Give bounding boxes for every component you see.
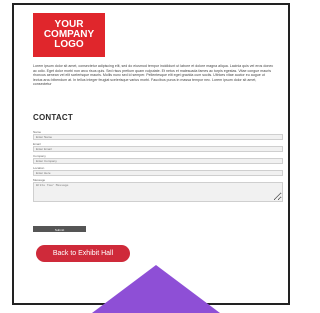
message-field-group: Message <box>33 178 283 202</box>
up-arrow-icon <box>92 265 220 313</box>
company-field-group: Company <box>33 154 283 164</box>
submit-button[interactable]: Submit <box>33 226 86 232</box>
logo-line-3: LOGO <box>54 39 84 50</box>
email-field-group: Email <box>33 142 283 152</box>
name-field-group: Name <box>33 130 283 140</box>
email-field[interactable] <box>33 146 283 152</box>
name-field[interactable] <box>33 134 283 140</box>
back-to-exhibit-hall-button[interactable]: Back to Exhibit Hall <box>36 245 130 262</box>
company-logo: YOUR COMPANY LOGO <box>33 13 105 57</box>
company-field[interactable] <box>33 158 283 164</box>
intro-paragraph: Lorem ipsum dolor sit amet, consectetur … <box>33 64 274 87</box>
location-field[interactable] <box>33 170 283 176</box>
message-field[interactable] <box>33 182 283 202</box>
contact-heading: CONTACT <box>33 113 73 122</box>
location-field-group: Location <box>33 166 283 176</box>
